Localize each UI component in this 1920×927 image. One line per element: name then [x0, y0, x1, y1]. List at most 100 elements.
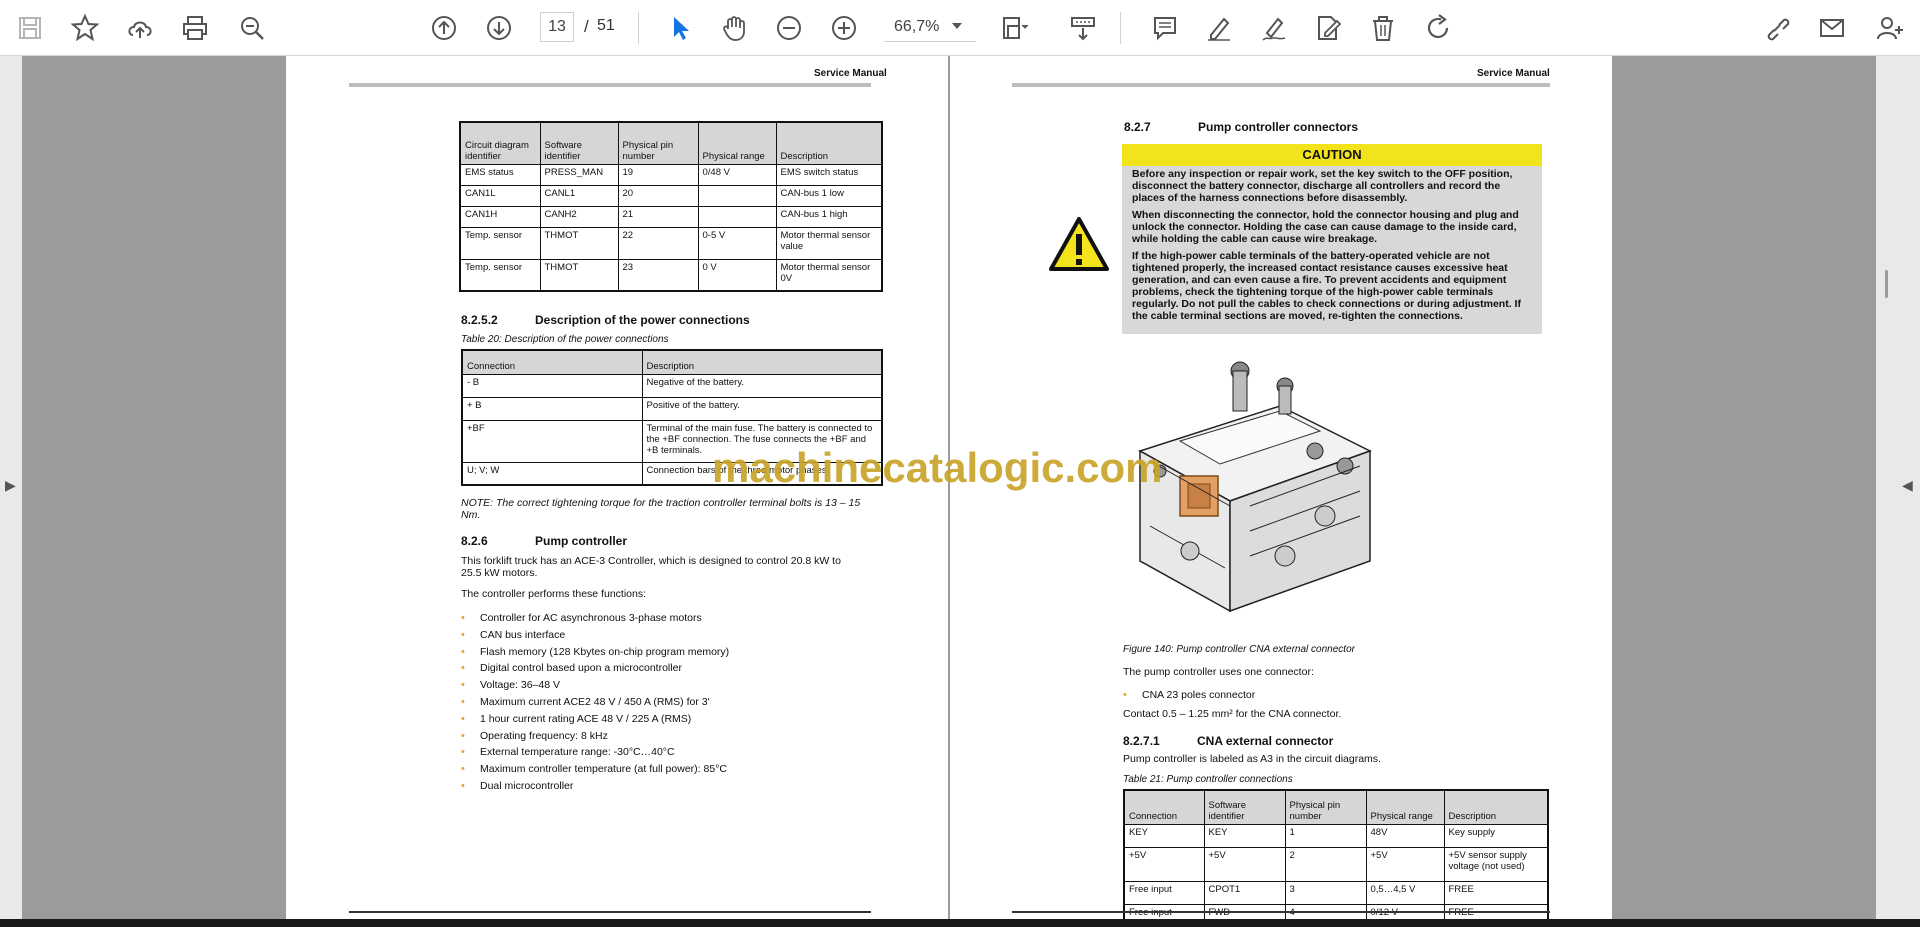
- page-fit-icon[interactable]: [994, 8, 1034, 48]
- bookmark-star-icon[interactable]: [65, 8, 105, 48]
- table-cell: THMOT: [539, 258, 619, 292]
- cloud-upload-icon[interactable]: [120, 8, 160, 48]
- caution-box: CAUTION Before any inspection or repair …: [1122, 144, 1542, 334]
- hand-tool-icon[interactable]: [714, 8, 754, 48]
- table-cell: 0 V: [697, 258, 777, 292]
- table-cell: 0-5 V: [697, 226, 777, 260]
- zoom-search-icon[interactable]: [232, 8, 272, 48]
- sign-icon[interactable]: [1254, 8, 1294, 48]
- section-heading: 8.2.5.2 Description of the power connecti…: [461, 313, 750, 327]
- table-cell: Temp. sensor: [459, 226, 541, 260]
- table-row: Free input CPOT1 3 0,5…4,5 V FREE: [1123, 880, 1549, 905]
- delete-trash-icon[interactable]: [1363, 8, 1403, 48]
- table-cell: Key supply: [1443, 823, 1549, 848]
- list-item: Digital control based upon a microcontro…: [461, 661, 881, 678]
- toolbar-divider: [638, 12, 639, 44]
- list-item: CNA 23 poles connector: [1123, 688, 1543, 705]
- list-item: 1 hour current rating ACE 48 V / 225 A (…: [461, 712, 881, 729]
- highlight-pen-icon[interactable]: [1199, 8, 1239, 48]
- right-panel-strip: ◀: [1876, 56, 1920, 919]
- zoom-out-icon[interactable]: [769, 8, 809, 48]
- select-cursor-icon[interactable]: [660, 8, 700, 48]
- table-cell: Free input: [1123, 880, 1205, 905]
- edit-document-icon[interactable]: [1308, 8, 1348, 48]
- table-cell: 1: [1284, 823, 1367, 848]
- table-caption: Table 20: Description of the power conne…: [461, 334, 669, 345]
- table-cell: EMS switch status: [775, 163, 883, 186]
- table-cell: Motor thermal sensor value: [775, 226, 883, 260]
- table-cell: PRESS_MAN: [539, 163, 619, 186]
- caution-paragraph: When disconnecting the connector, hold t…: [1132, 209, 1519, 245]
- table-row: CAN1L CANL1 20 CAN-bus 1 low: [459, 184, 883, 207]
- table-row: + B Positive of the battery.: [461, 396, 883, 421]
- list-item: External temperature range: -30°C…40°C: [461, 745, 881, 762]
- expand-right-icon[interactable]: ◀: [1902, 477, 1913, 494]
- section-number: 8.2.7.1: [1123, 734, 1160, 748]
- page-number-input[interactable]: 13: [540, 12, 574, 42]
- section-title: Description of the power connections: [535, 313, 750, 327]
- table-cell: CPOT1: [1203, 880, 1286, 905]
- functions-intro: The controller performs these functions:: [461, 588, 647, 600]
- table-cell: CAN1L: [459, 184, 541, 207]
- table-header: Description: [1443, 789, 1549, 825]
- table-cell: 19: [617, 163, 699, 186]
- page-header: Service Manual: [1477, 68, 1550, 79]
- table-row: +5V +5V 2 +5V +5V sensor supply voltage …: [1123, 846, 1549, 882]
- page-separator: /: [584, 17, 589, 36]
- toolbar: 13 / 51 66,7%: [0, 0, 1920, 56]
- table-cell: +5V sensor supply voltage (not used): [1443, 846, 1549, 882]
- table-cell: 20: [617, 184, 699, 207]
- list-item: Controller for AC asynchronous 3-phase m…: [461, 611, 881, 628]
- table-cell: [697, 205, 777, 228]
- table-cell: Negative of the battery.: [641, 373, 883, 398]
- table-cell: 22: [617, 226, 699, 260]
- table-cell: - B: [461, 373, 643, 398]
- section-title: Pump controller: [535, 534, 628, 548]
- table-cell: + B: [461, 396, 643, 421]
- next-page-icon[interactable]: [479, 8, 519, 48]
- scrollbar-thumb[interactable]: [1885, 270, 1888, 298]
- table-header: Software identifier: [539, 121, 619, 165]
- table-caption: Table 21: Pump controller connections: [1123, 774, 1293, 785]
- list-item: Voltage: 36–48 V: [461, 678, 881, 695]
- section-number: 8.2.5.2: [461, 313, 498, 327]
- zoom-level-select[interactable]: 66,7%: [884, 12, 976, 42]
- figure-caption: Figure 140: Pump controller CNA external…: [1123, 644, 1355, 655]
- redo-rotate-icon[interactable]: [1418, 8, 1458, 48]
- intro-paragraph: This forklift truck has an ACE-3 Control…: [461, 555, 841, 579]
- functions-list: Controller for AC asynchronous 3-phase m…: [461, 611, 881, 796]
- table-cell: KEY: [1203, 823, 1286, 848]
- scroll-mode-icon[interactable]: [1063, 8, 1103, 48]
- table-cell: [697, 184, 777, 207]
- footer-rule: [1012, 911, 1550, 913]
- zoom-in-icon[interactable]: [824, 8, 864, 48]
- table-header: Description: [775, 121, 883, 165]
- expand-left-icon[interactable]: ▶: [5, 477, 16, 494]
- section-title: CNA external connector: [1197, 734, 1334, 748]
- print-icon[interactable]: [175, 8, 215, 48]
- table-cell: Positive of the battery.: [641, 396, 883, 421]
- table-cell: Motor thermal sensor 0V: [775, 258, 883, 292]
- table-header: Circuit diagram identifier: [459, 121, 541, 165]
- pump-controller-figure: [1138, 361, 1372, 613]
- table-row: Temp. sensor THMOT 23 0 V Motor thermal …: [459, 258, 883, 292]
- save-icon[interactable]: [10, 8, 50, 48]
- page-header: Service Manual: [814, 68, 887, 79]
- chevron-down-icon[interactable]: [952, 23, 962, 29]
- table-row: EMS status PRESS_MAN 19 0/48 V EMS switc…: [459, 163, 883, 186]
- list-item: Maximum controller temperature (at full …: [461, 762, 881, 779]
- watermark-text: machinecatalogic.com: [712, 444, 1163, 491]
- share-link-icon[interactable]: [1757, 8, 1797, 48]
- comment-icon[interactable]: [1145, 8, 1185, 48]
- table-header: Software identifier: [1203, 789, 1286, 825]
- section-heading: 8.2.6 Pump controller: [461, 534, 627, 548]
- label-paragraph: Pump controller is labeled as A3 in the …: [1123, 753, 1381, 765]
- email-icon[interactable]: [1812, 8, 1852, 48]
- previous-page-icon[interactable]: [424, 8, 464, 48]
- pump-connections-table: Connection Software identifier Physical …: [1123, 789, 1549, 919]
- add-user-icon[interactable]: [1870, 8, 1910, 48]
- caution-title: CAUTION: [1122, 144, 1542, 166]
- table-row: - B Negative of the battery.: [461, 373, 883, 398]
- table-cell: U; V; W: [461, 461, 643, 486]
- caution-body: Before any inspection or repair work, se…: [1122, 166, 1542, 329]
